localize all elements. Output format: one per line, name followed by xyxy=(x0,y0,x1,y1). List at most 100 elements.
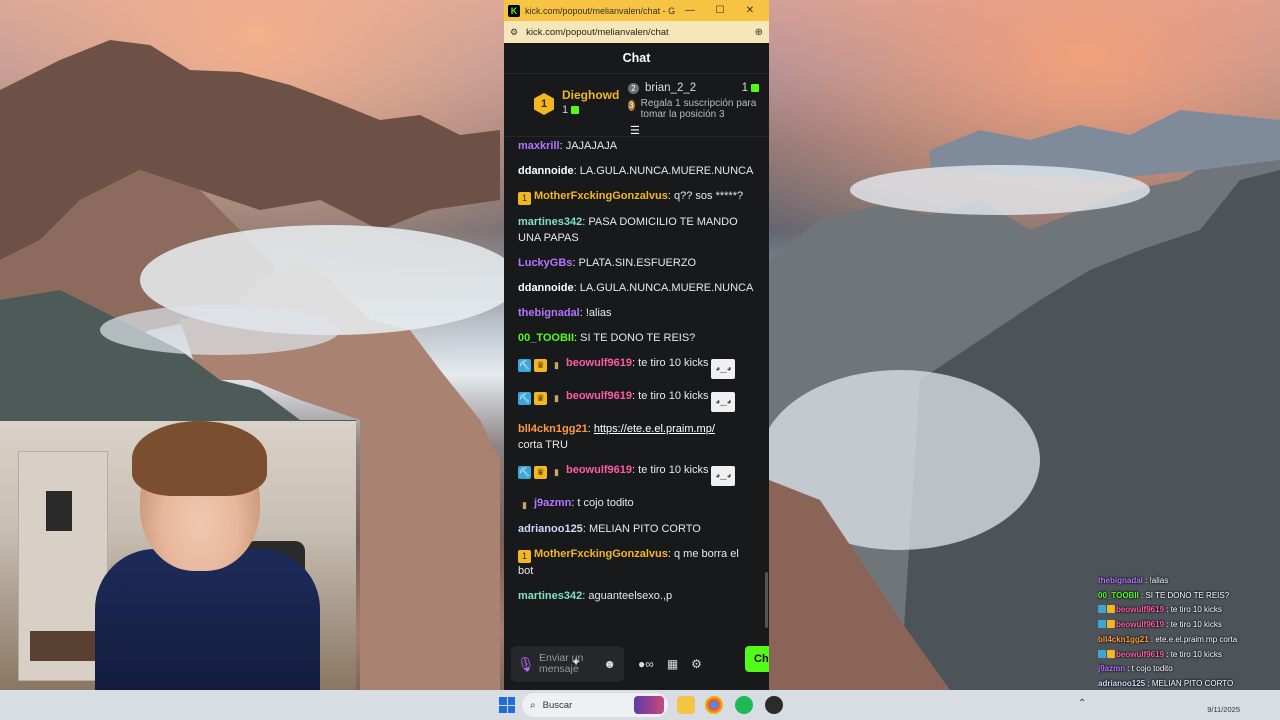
chat-username[interactable]: ddannoide xyxy=(518,165,574,177)
chat-username[interactable]: adrianoo125 xyxy=(518,523,583,535)
chat-message: ⛏ ♛ ▮ beowulf9619: te tiro 10 kicks ◕‿◕ xyxy=(518,355,755,379)
settings-icon[interactable]: ⚙ xyxy=(691,657,702,671)
webcam-feed xyxy=(0,421,356,690)
minimize-button[interactable]: — xyxy=(675,5,705,16)
chat-message: ⛏ ♛ ▮ beowulf9619: te tiro 10 kicks ◕‿◕ xyxy=(518,388,755,412)
file-explorer-icon[interactable] xyxy=(677,696,695,714)
overlay-text: te tiro 10 kicks xyxy=(1170,605,1222,615)
chat-message-text: aguanteelsexo.,p xyxy=(588,590,673,602)
crown-badge-icon xyxy=(1107,605,1115,614)
chat-username[interactable]: beowulf9619 xyxy=(566,357,632,369)
overlay-text: te tiro 10 kicks xyxy=(1170,620,1222,630)
overlay-username: 00_TOOBII xyxy=(1098,590,1139,600)
chat-username[interactable]: ddannoide xyxy=(518,282,574,294)
chat-message-text: LA.GULA.NUNCA.MUERE.NUNCA xyxy=(579,165,754,177)
microphone-icon[interactable]: 🎙 xyxy=(517,656,539,673)
leaderboard-third-text: Regala 1 suscripción para tomar la posic… xyxy=(640,98,757,120)
gold-badge-icon[interactable]: 1 xyxy=(518,550,531,563)
gold-badge-icon[interactable]: 1 xyxy=(518,192,531,205)
bottle-badge-icon[interactable]: ▮ xyxy=(550,392,563,405)
leaderboard-second[interactable]: 2 brian_2_2 1 xyxy=(628,82,763,94)
kicks-balance-icon[interactable]: ●∞ xyxy=(638,657,654,671)
chat-message-text: !alias xyxy=(585,307,612,319)
overlay-chat-line: bll4ckn1gg21 : ete.e.el.praim.mp corta xyxy=(1098,634,1238,644)
streamer-hair xyxy=(132,421,267,496)
rank-2-icon: 2 xyxy=(628,82,639,94)
url-text[interactable]: kick.com/popout/melianvalen/chat xyxy=(526,27,755,38)
expand-leaderboard-icon[interactable]: ☰ xyxy=(630,124,640,137)
close-button[interactable]: ✕ xyxy=(735,5,765,16)
chat-username[interactable]: martines342 xyxy=(518,590,582,602)
chat-username[interactable]: thebignadal xyxy=(518,307,580,319)
chat-username[interactable]: j9azmn xyxy=(534,497,571,509)
leaderboard-first[interactable]: 1 Dieghowd 1 xyxy=(534,88,619,116)
chat-username[interactable]: bll4ckn1gg21 xyxy=(518,423,588,435)
wall-poster xyxy=(46,491,72,531)
chat-message: ⛏ ♛ ▮ beowulf9619: te tiro 10 kicks ◕‿◕ xyxy=(518,462,755,486)
chat-username[interactable]: 00_TOOBII xyxy=(518,332,574,344)
bottle-badge-icon[interactable]: ▮ xyxy=(518,499,531,512)
chat-emote-icon[interactable]: ◕‿◕ xyxy=(711,466,736,486)
chat-input-placeholder: Enviar un mensaje xyxy=(539,652,584,675)
chat-username[interactable]: MotherFxckingGonzalvus xyxy=(534,190,668,202)
chat-message-text: t cojo todito xyxy=(577,497,634,509)
chat-message-list: maxkrill: JAJAJAJA ddannoide: LA.GULA.NUN… xyxy=(504,138,769,630)
spotify-icon[interactable] xyxy=(735,696,753,714)
overlay-username: j9azmn xyxy=(1098,664,1126,674)
rank-1-medal-icon: 1 xyxy=(534,93,554,115)
chat-username[interactable]: MotherFxckingGonzalvus xyxy=(534,548,668,560)
chat-scrollbar[interactable] xyxy=(765,572,768,628)
bottle-badge-icon[interactable]: ▮ xyxy=(550,466,563,479)
kick-logo-icon: K xyxy=(508,4,520,17)
windows-start-icon[interactable] xyxy=(499,697,515,713)
overlay-text: te tiro 10 kicks xyxy=(1170,649,1222,659)
chat-message: ▮ j9azmn: t cojo todito xyxy=(518,495,755,512)
crown-badge-icon[interactable]: ♛ xyxy=(534,359,547,372)
chat-input[interactable]: 🎙 Enviar un mensaje ✦ ☻ xyxy=(511,646,624,682)
overlay-chat-line: j9azmn : t cojo todito xyxy=(1098,664,1173,674)
send-chat-button[interactable]: Chat xyxy=(745,646,769,672)
emoji-icon[interactable]: ☻ xyxy=(603,657,616,671)
overlay-username: adrianoo125 xyxy=(1098,678,1146,688)
chat-username[interactable]: beowulf9619 xyxy=(566,390,632,402)
taskbar-search-label: Buscar xyxy=(542,699,573,711)
tray-chevron-icon[interactable]: ⌃ xyxy=(1078,698,1086,709)
chat-username[interactable]: LuckyGBs xyxy=(518,257,572,269)
pickaxe-badge-icon xyxy=(1098,605,1106,614)
chat-username[interactable]: maxkrill xyxy=(518,140,560,152)
kicks-gift-icon[interactable]: ✦ xyxy=(571,655,581,669)
leaderboard-third[interactable]: 3 Regala 1 suscripción para tomar la pos… xyxy=(628,98,763,120)
chat-emote-icon[interactable]: ◕‿◕ xyxy=(711,392,736,412)
taskbar-search[interactable]: ⌕ Buscar xyxy=(522,693,668,717)
gift-icon xyxy=(571,106,580,114)
crown-badge-icon[interactable]: ♛ xyxy=(534,392,547,405)
zoom-icon[interactable]: ⊕ xyxy=(755,27,763,38)
leaderboard-second-count: 1 xyxy=(741,82,748,94)
chat-message-text: te tiro 10 kicks xyxy=(638,357,709,369)
address-bar[interactable]: ⚙ kick.com/popout/melianvalen/chat ⊕ xyxy=(504,21,769,43)
crown-badge-icon[interactable]: ♛ xyxy=(534,466,547,479)
chat-message: LuckyGBs: PLATA.SIN.ESFUERZO xyxy=(518,257,697,269)
obs-icon[interactable] xyxy=(765,696,783,714)
pickaxe-badge-icon[interactable]: ⛏ xyxy=(518,392,531,405)
pickaxe-badge-icon[interactable]: ⛏ xyxy=(518,359,531,372)
chat-username[interactable]: beowulf9619 xyxy=(566,464,632,476)
site-info-icon[interactable]: ⚙ xyxy=(510,27,518,38)
bottle-badge-icon[interactable]: ▮ xyxy=(550,359,563,372)
leaderboard-second-name: brian_2_2 xyxy=(645,82,697,94)
chrome-icon[interactable] xyxy=(705,696,723,714)
search-highlight-art xyxy=(634,696,664,714)
leaderboard-first-name: Dieghowd xyxy=(562,88,620,102)
store-icon[interactable]: ▦ xyxy=(667,657,678,671)
maximize-button[interactable]: ☐ xyxy=(705,5,735,16)
overlay-chat-line: beowulf9619 : te tiro 10 kicks xyxy=(1098,603,1280,618)
overlay-username: thebignadal xyxy=(1098,576,1143,585)
chat-emote-icon[interactable]: ◕‿◕ xyxy=(711,359,736,379)
window-titlebar[interactable]: K kick.com/popout/melianvalen/chat - Goo… xyxy=(504,0,769,21)
chat-link[interactable]: https://ete.e.el.praim.mp/ xyxy=(594,423,715,435)
pickaxe-badge-icon[interactable]: ⛏ xyxy=(518,466,531,479)
overlay-chat-line: beowulf9619 : te tiro 10 kicks xyxy=(1098,618,1280,633)
chat-username[interactable]: martines342 xyxy=(518,216,582,228)
chat-title: Chat xyxy=(504,43,769,74)
browser-window: K kick.com/popout/melianvalen/chat - Goo… xyxy=(504,0,769,690)
